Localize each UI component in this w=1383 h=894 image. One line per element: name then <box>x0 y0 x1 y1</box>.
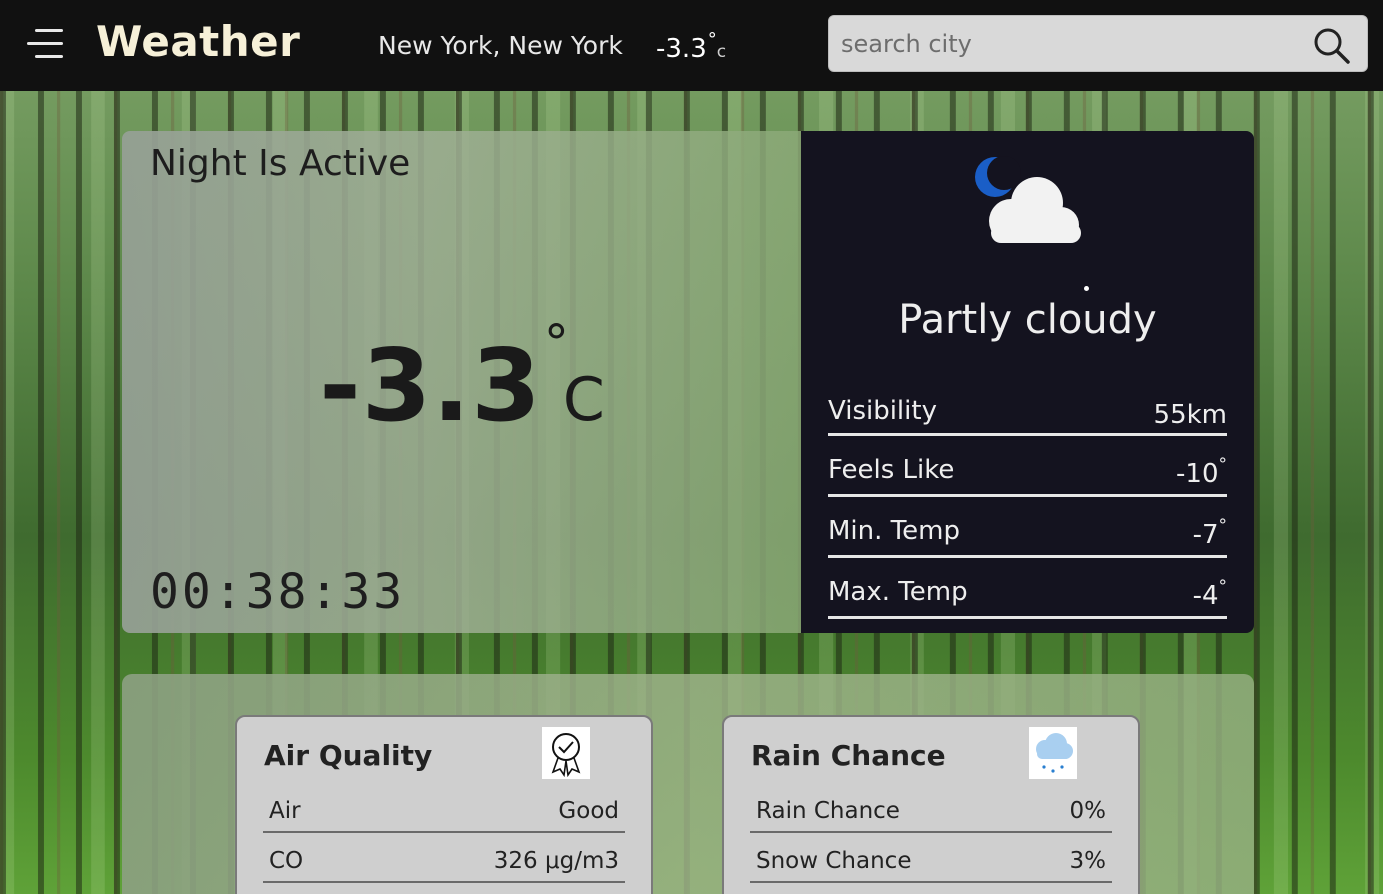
condition-panel: Partly cloudy Visibility 55km Feels Like… <box>801 131 1254 633</box>
stat-value: -7° <box>1192 516 1227 550</box>
stat-value: -4° <box>1192 577 1227 611</box>
card-row-air: Air Good <box>263 789 625 833</box>
row-value: Good <box>558 798 619 824</box>
rain-chance-card: Rain Chance Rain Chance 0% Snow Chance 3… <box>722 715 1140 894</box>
row-label: Air <box>269 798 301 824</box>
card-row-rain-chance: Rain Chance 0% <box>750 789 1112 833</box>
decorative-dot <box>1084 286 1089 291</box>
header-temp-value: -3.3 <box>656 34 707 64</box>
award-badge-icon <box>542 727 590 779</box>
row-value: 326 μg/m3 <box>493 848 619 874</box>
app-title: Weather <box>96 17 301 66</box>
current-temperature: -3.3°C <box>122 314 802 444</box>
row-label: Rain Chance <box>756 798 900 824</box>
card-row-snow-chance: Snow Chance 3% <box>750 839 1112 883</box>
top-bar: Weather New York, New York -3.3°c <box>0 0 1383 91</box>
row-value: 3% <box>1069 848 1107 874</box>
moon-cloud-icon <box>975 156 1081 243</box>
row-value: 0% <box>1069 798 1107 824</box>
row-label: Snow Chance <box>756 848 912 874</box>
local-clock: 00:38:33 <box>150 564 406 620</box>
row-label: CO <box>269 848 304 874</box>
header-temperature: -3.3°c <box>656 29 726 64</box>
stat-value: 55km <box>1153 400 1227 430</box>
menu-icon[interactable] <box>27 27 63 61</box>
temperature-value: -3.3 <box>319 327 542 444</box>
stat-row-min-temp: Min. Temp -7° <box>828 516 1227 558</box>
air-quality-card: Air Quality Air Good CO 326 μg/m3 <box>235 715 653 894</box>
stat-label: Min. Temp <box>828 516 960 546</box>
card-title: Rain Chance <box>751 739 946 772</box>
condition-text: Partly cloudy <box>898 297 1157 343</box>
search-box <box>828 15 1368 72</box>
stat-value: -10° <box>1176 455 1227 489</box>
day-night-status: Night Is Active <box>150 143 411 184</box>
header-temp-unit: c <box>716 42 727 62</box>
stat-row-max-temp: Max. Temp -4° <box>828 577 1227 619</box>
stat-row-visibility: Visibility 55km <box>828 396 1227 436</box>
stat-label: Visibility <box>828 396 937 426</box>
stat-row-feels-like: Feels Like -10° <box>828 455 1227 497</box>
temperature-degree: ° <box>543 314 569 372</box>
search-icon[interactable] <box>1312 26 1352 66</box>
rain-cloud-icon <box>1029 727 1077 779</box>
header-location: New York, New York <box>378 31 623 60</box>
temperature-unit: C <box>562 365 605 435</box>
stat-label: Max. Temp <box>828 577 968 607</box>
card-title: Air Quality <box>264 739 433 772</box>
header-temp-degree: ° <box>707 29 717 50</box>
current-weather-panel: Night Is Active -3.3°C 00:38:33 <box>122 131 802 633</box>
stat-label: Feels Like <box>828 455 955 485</box>
card-row-co: CO 326 μg/m3 <box>263 839 625 883</box>
search-input[interactable] <box>841 26 1301 62</box>
